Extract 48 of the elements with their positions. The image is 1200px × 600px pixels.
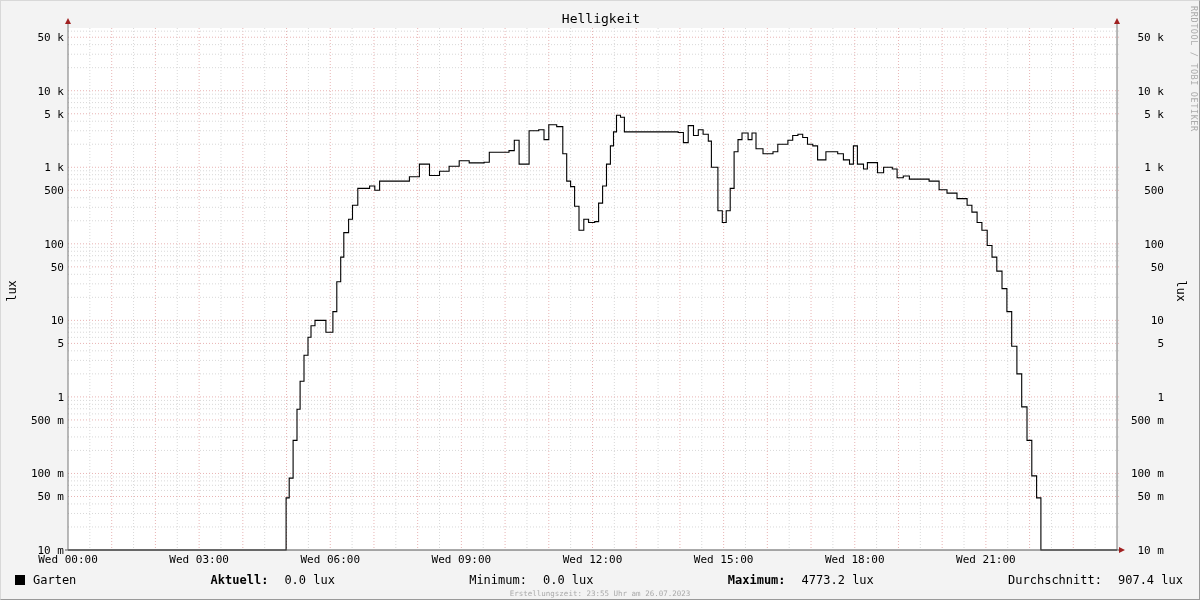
stat-label: Minimum: (469, 572, 527, 589)
y-tick-label: 500 m (1130, 413, 1164, 427)
y-tick-label: 10 (50, 314, 64, 328)
x-tick-label: Wed 12:00 (562, 553, 623, 566)
y-tick-label: 1 k (1144, 161, 1164, 175)
x-tick-label: Wed 15:00 (693, 553, 754, 566)
x-tick-label: Wed 09:00 (431, 553, 492, 566)
y-tick-label: 100 m (1130, 467, 1164, 481)
y-tick-label: 5 (57, 337, 64, 351)
y-tick-label: 50 (50, 260, 64, 274)
y-tick-label: 10 m (1137, 544, 1164, 557)
y-tick-label: 10 k (37, 84, 64, 98)
stat-value: 4773.2 lux (801, 572, 874, 589)
y-tick-label: 50 k (1137, 31, 1164, 45)
y-tick-label: 1 k (44, 161, 64, 175)
y-tick-label: 10 (1150, 314, 1164, 328)
stat-label: Durchschnitt: (1008, 572, 1102, 589)
y-tick-label: 50 m (37, 490, 64, 504)
y-tick-label: 100 (44, 237, 64, 251)
stat-value: 907.4 lux (1117, 572, 1183, 589)
stat-label: Maximum: (727, 572, 786, 589)
stat-label: Aktuell: (210, 572, 269, 589)
y-tick-label: 5 k (1144, 107, 1164, 121)
legend-swatch (15, 575, 25, 585)
legend-label: Garten (33, 572, 77, 589)
x-tick-label: Wed 21:00 (956, 553, 1016, 566)
y-tick-label: 50 (1150, 260, 1164, 274)
y-tick-label: 10 k (1137, 84, 1164, 98)
y-axis-label: lux (5, 280, 19, 302)
y-tick-label: 500 (44, 184, 64, 198)
y-tick-label: 5 k (44, 107, 64, 121)
stat-value: 0.0 lux (284, 572, 335, 589)
y-tick-label: 500 (1144, 184, 1164, 198)
stat-value: 0.0 lux (542, 572, 594, 589)
y-tick-label: 500 m (30, 413, 64, 427)
x-tick-label: Wed 06:00 (300, 553, 361, 566)
x-tick-label: Wed 03:00 (169, 553, 229, 566)
y-tick-label: 5 (1157, 337, 1164, 351)
y-tick-label: 100 (1144, 237, 1164, 251)
y-tick-label: 50 m (1137, 490, 1164, 504)
y-tick-label: 100 m (30, 467, 64, 481)
y-tick-label: 50 k (37, 31, 64, 45)
credit-text: RRDTOOL / TOBI OETIKER (1189, 6, 1199, 132)
y-tick-label: 1 (57, 390, 64, 404)
x-tick-label: Wed 18:00 (824, 553, 885, 566)
y-tick-label: 1 (1157, 390, 1164, 404)
y-axis-label: lux (1174, 280, 1188, 302)
chart-title: Helligkeit (561, 11, 641, 26)
